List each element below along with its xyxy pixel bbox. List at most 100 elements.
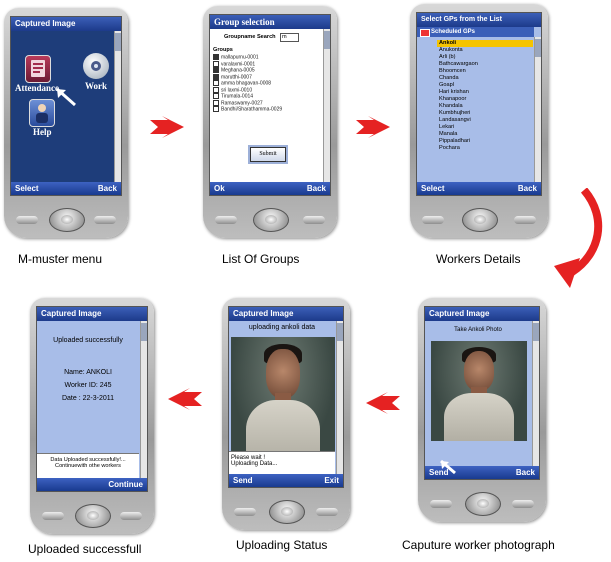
softkey-continue[interactable]: Continue: [108, 478, 143, 491]
scrollbar[interactable]: [114, 31, 121, 182]
worker-photo: [431, 341, 527, 441]
gp-list-item[interactable]: Anukonta: [437, 47, 533, 54]
softkey-select[interactable]: Select: [421, 182, 445, 195]
gp-list-item[interactable]: Hari krishan: [437, 89, 533, 96]
group-name: amma bhagavan-0008: [221, 80, 272, 87]
menu-label-attendance[interactable]: Attendance: [15, 83, 59, 93]
gp-list-item[interactable]: Khandala: [437, 103, 533, 110]
left-soft-key[interactable]: [422, 216, 444, 224]
attendance-book-icon[interactable]: [25, 55, 51, 83]
right-soft-key[interactable]: [120, 512, 142, 520]
gp-list-item[interactable]: Kumbhujheri: [437, 110, 533, 117]
group-name: Tirumala-0014: [221, 93, 254, 100]
checked-box-icon[interactable]: [213, 54, 219, 60]
phone-mmuster: Captured Image Attendance Work Help Sele…: [4, 8, 128, 238]
worker-id: Worker ID: 245: [64, 382, 112, 389]
left-soft-key[interactable]: [430, 500, 452, 508]
screen-groups: Group selection Groupname Search m Group…: [209, 14, 331, 196]
phone-workers: Select GPs from the List Scheduled GPs A…: [410, 4, 548, 238]
caption-capture: Caputure worker photograph: [402, 538, 555, 552]
group-name: sri laxmi-0010: [221, 86, 253, 93]
unchecked-box-icon[interactable]: [213, 86, 219, 93]
gp-list-item[interactable]: Pochara: [437, 145, 533, 152]
group-name: Meghana-0005: [221, 67, 255, 74]
softkey-back[interactable]: Back: [516, 466, 535, 479]
navigation-pad[interactable]: [49, 208, 85, 232]
scrollbar[interactable]: [323, 29, 330, 182]
left-soft-key[interactable]: [215, 216, 237, 224]
group-name: Bandhi/Sharathamma-0029: [221, 106, 283, 113]
gp-list-item[interactable]: Lekari: [437, 124, 533, 131]
unchecked-box-icon[interactable]: [213, 99, 219, 106]
gp-list-item[interactable]: Khanapoor: [437, 96, 533, 103]
screen-title: Group selection: [210, 15, 330, 29]
gp-list-item[interactable]: Manala: [437, 131, 533, 138]
scrollbar[interactable]: [140, 321, 147, 478]
flow-arrow-curve-down: [554, 188, 603, 288]
left-soft-key[interactable]: [42, 512, 64, 520]
softkey-exit[interactable]: Exit: [324, 474, 339, 487]
caption-workers: Workers Details: [436, 252, 521, 266]
right-soft-key[interactable]: [512, 500, 534, 508]
help-person-icon[interactable]: [29, 99, 55, 127]
right-soft-key[interactable]: [316, 508, 338, 516]
screen-workers: Select GPs from the List Scheduled GPs A…: [416, 12, 542, 196]
softkey-back[interactable]: Back: [307, 182, 326, 195]
screen-title: Captured Image: [229, 307, 343, 321]
softkey-ok[interactable]: Ok: [214, 182, 225, 195]
scrollbar[interactable]: [532, 321, 539, 466]
group-name: varalaxmi-0001: [221, 60, 256, 67]
menu-label-help[interactable]: Help: [33, 127, 52, 137]
gp-list-item[interactable]: Chanda: [437, 75, 533, 82]
navigation-pad[interactable]: [253, 208, 289, 232]
softkey-back[interactable]: Back: [518, 182, 537, 195]
scrollbar[interactable]: [534, 37, 541, 182]
left-soft-key[interactable]: [16, 216, 38, 224]
flow-arrow-left-2: [366, 392, 400, 414]
softkey-bar: Continue: [37, 478, 147, 491]
flow-arrow-right-1: [150, 116, 184, 138]
screen-title: Captured Image: [11, 17, 121, 31]
softkey-back[interactable]: Back: [98, 182, 117, 195]
screen-mmuster: Captured Image Attendance Work Help Sele…: [10, 16, 122, 196]
navigation-pad[interactable]: [462, 208, 498, 232]
unchecked-box-icon[interactable]: [213, 93, 219, 100]
group-name: Ramaswamy-0027: [221, 100, 263, 107]
navigation-pad[interactable]: [465, 492, 501, 516]
unchecked-box-icon[interactable]: [213, 80, 219, 87]
navigation-pad[interactable]: [75, 504, 111, 528]
navigation-pad[interactable]: [269, 500, 305, 524]
menu-label-work[interactable]: Work: [85, 81, 107, 91]
worker-name: Name: ANKOLI: [64, 369, 112, 376]
softkey-select[interactable]: Select: [15, 182, 39, 195]
checked-box-icon[interactable]: [213, 67, 219, 74]
gp-list-item[interactable]: Ankoli: [437, 40, 533, 47]
gp-list-item[interactable]: Landasangvi: [437, 117, 533, 124]
gp-list-item[interactable]: Bathcawargaon: [437, 61, 533, 68]
unchecked-box-icon[interactable]: [213, 60, 219, 67]
caption-uploading: Uploading Status: [236, 538, 328, 552]
work-disc-icon[interactable]: [83, 53, 109, 79]
pointer-arrow-icon: [56, 87, 76, 107]
right-soft-key[interactable]: [514, 216, 536, 224]
worker-photo: [231, 337, 335, 459]
right-soft-key[interactable]: [94, 216, 116, 224]
softkey-send[interactable]: Send: [233, 474, 253, 487]
gp-list-item[interactable]: Pippaladhari: [437, 138, 533, 145]
group-name: mallapurnu-0001: [221, 54, 259, 61]
left-soft-key[interactable]: [234, 508, 256, 516]
scrollbar[interactable]: [336, 321, 343, 474]
status-panel: Please wait ! Uploading Data...: [229, 451, 335, 474]
group-list-item[interactable]: Bandhi/Sharathamma-0029: [213, 106, 282, 113]
right-soft-key[interactable]: [303, 216, 325, 224]
flow-arrow-right-2: [356, 116, 390, 138]
softkey-bar: Select Back: [11, 182, 121, 195]
group-search-input[interactable]: m: [280, 33, 299, 42]
gp-list-item[interactable]: Arli (b): [437, 54, 533, 61]
submit-button[interactable]: Submit: [250, 147, 286, 162]
unchecked-box-icon[interactable]: [213, 106, 219, 113]
checked-box-icon[interactable]: [213, 73, 219, 80]
gp-list-item[interactable]: Bhoomcen: [437, 68, 533, 75]
gp-list-item[interactable]: Goapl: [437, 82, 533, 89]
softkey-bar: Send Exit: [229, 474, 343, 487]
